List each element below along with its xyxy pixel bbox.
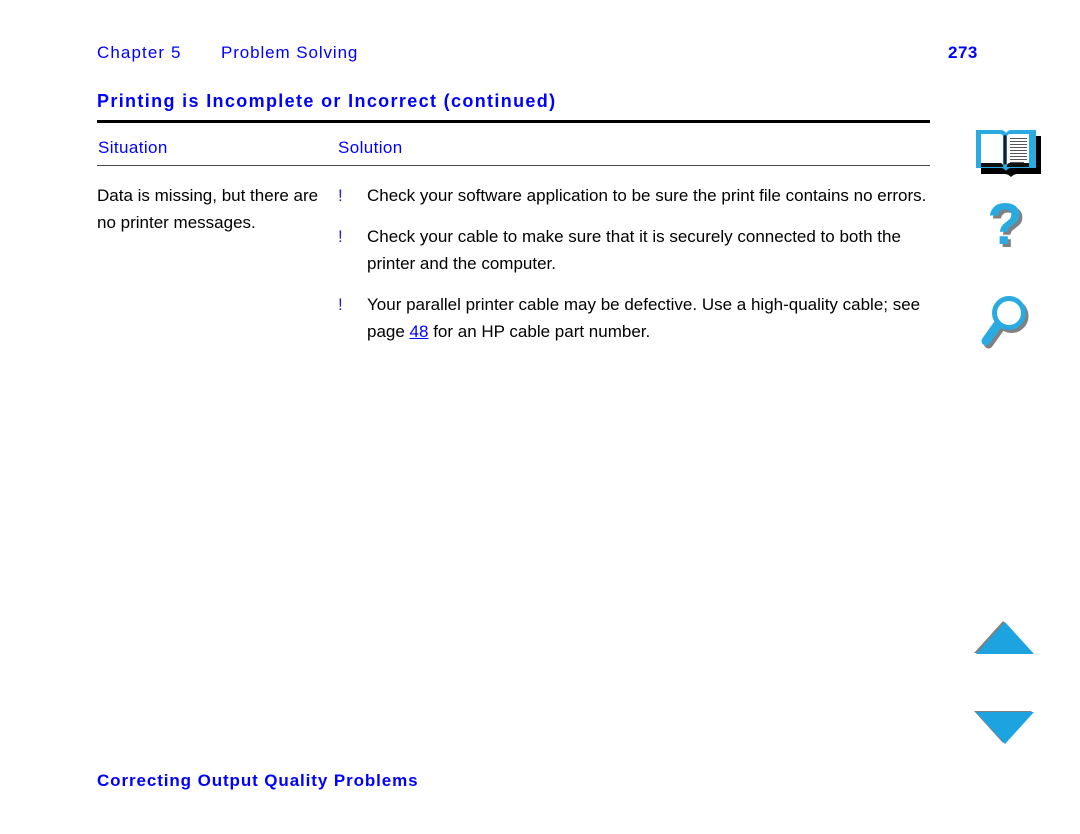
running-header-chapter-label: Chapter 5: [97, 43, 182, 62]
find-button[interactable]: [968, 288, 1042, 362]
cell-situation: Data is missing, but there are no printe…: [97, 186, 319, 232]
toc-button[interactable]: [968, 118, 1042, 192]
column-header-rule: [97, 165, 930, 166]
running-header-chapter-title: Problem Solving: [221, 43, 359, 62]
list-item-text-tail: for an HP cable part number.: [428, 322, 651, 341]
section-heading: Printing is Incomplete or Incorrect (con…: [97, 91, 557, 111]
triangle-down-icon: [974, 711, 1034, 744]
column-header-situation: Situation: [98, 138, 168, 157]
bullet-marker-icon: !: [338, 186, 343, 205]
cell-solution: ! Check your software application to be …: [338, 182, 935, 345]
heading-rule: [97, 120, 930, 123]
help-button[interactable]: ? ?: [968, 192, 1042, 266]
previous-page-button[interactable]: [968, 608, 1042, 682]
next-page-button[interactable]: [968, 698, 1042, 772]
document-page: Chapter 5 Problem Solving 273 Printing i…: [0, 0, 1080, 834]
list-item: ! Check your cable to make sure that it …: [338, 223, 935, 277]
question-mark-icon: ? ?: [987, 192, 1025, 260]
open-book-icon: [976, 130, 1041, 177]
list-item-text: Check your software application to be su…: [367, 186, 927, 205]
svg-text:?: ?: [987, 192, 1022, 257]
list-item-text: Check your cable to make sure that it is…: [367, 227, 901, 273]
footer-section-link[interactable]: Correcting Output Quality Problems: [97, 771, 419, 791]
magnifier-icon: [981, 296, 1029, 349]
column-header-solution: Solution: [338, 138, 403, 157]
running-header: Chapter 5 Problem Solving 273: [97, 43, 977, 69]
navigation-rail: ? ?: [950, 0, 1060, 834]
list-item: ! Check your software application to be …: [338, 182, 935, 209]
list-item: ! Your parallel printer cable may be def…: [338, 291, 935, 345]
page-cross-reference-link[interactable]: 48: [410, 322, 429, 341]
triangle-up-icon: [974, 621, 1034, 654]
bullet-marker-icon: !: [338, 295, 343, 314]
bullet-marker-icon: !: [338, 227, 343, 246]
